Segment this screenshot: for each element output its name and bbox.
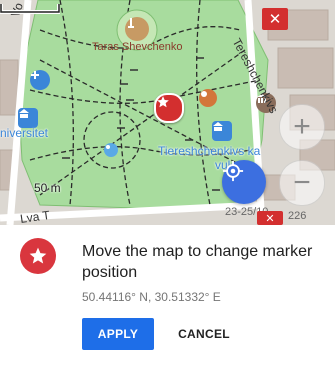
scale-bar [0, 4, 60, 14]
scale-label: 50 m [34, 181, 61, 195]
star-icon [20, 238, 56, 274]
zoom-out-button[interactable]: − [279, 160, 325, 206]
apply-button[interactable]: APPLY [82, 318, 154, 350]
map-view[interactable]: Taras Shevchenko niversitet Tiereshchenk… [0, 0, 335, 225]
close-icon: ✕ [265, 212, 275, 225]
university-icon[interactable] [18, 108, 38, 128]
close-icon: ✕ [268, 11, 282, 28]
monument-icon[interactable] [125, 17, 149, 41]
address-label-2: 226 [288, 210, 307, 222]
close-bottom-button[interactable]: ✕ [257, 211, 283, 225]
star-marker-icon[interactable] [154, 93, 184, 123]
crosshair-icon [222, 160, 244, 182]
marker-position-panel: Move the map to change marker position 5… [0, 225, 335, 370]
my-location-button[interactable] [222, 160, 266, 204]
minus-icon: − [293, 166, 311, 199]
cafe-icon[interactable] [199, 89, 217, 107]
university-label: niversitet [0, 126, 49, 140]
coordinates-text: 50.44116° N, 30.51332° E [82, 290, 221, 304]
panel-title: Move the map to change marker position [82, 243, 313, 281]
street-label-bottom: Lva T [19, 207, 51, 225]
cancel-button[interactable]: CANCEL [168, 318, 240, 350]
plus-icon: + [293, 110, 311, 143]
park-name-label: Taras Shevchenko [92, 41, 183, 53]
building-poi-icon[interactable] [212, 121, 232, 141]
close-top-button[interactable]: ✕ [262, 8, 288, 30]
zoom-in-button[interactable]: + [279, 104, 325, 150]
poi-label-line1: Tiereshchenkivs ka [158, 144, 261, 158]
pharmacy-icon[interactable] [30, 70, 50, 90]
playground-icon[interactable] [104, 143, 118, 157]
